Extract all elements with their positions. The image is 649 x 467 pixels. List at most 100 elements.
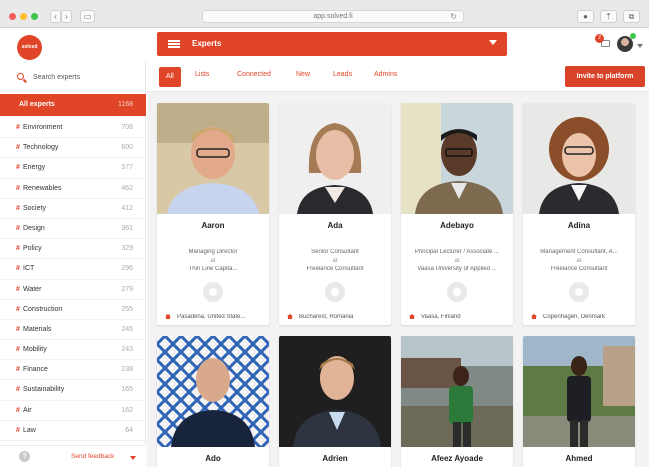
expert-organization: Freelance Consultant [306, 266, 364, 272]
reload-icon[interactable]: ↻ [450, 11, 457, 23]
sidebar-item-construction[interactable]: # Construction 255 [0, 300, 146, 320]
sidebar-item-label: Environment [23, 124, 63, 131]
sidebar-item-sustainability[interactable]: # Sustainability 165 [0, 380, 146, 401]
download-icon[interactable]: ● [577, 10, 594, 23]
expert-card-adrien[interactable]: Adrien [279, 336, 391, 467]
hashtag-icon: # [16, 285, 20, 293]
tab-new[interactable]: New [296, 71, 310, 78]
expert-photo [279, 103, 391, 214]
tab-admins[interactable]: Admins [374, 71, 397, 78]
sidebar-item-law[interactable]: # Law 64 [0, 421, 146, 441]
expert-at: at [210, 258, 216, 264]
location-text: Vaasa, Finland [421, 314, 461, 320]
minimize-window-button[interactable] [20, 13, 27, 20]
hashtag-icon: # [16, 406, 20, 414]
hashtag-icon: # [16, 265, 20, 273]
expert-card-ahmed[interactable]: Ahmed [523, 336, 635, 467]
chevron-down-icon [489, 40, 497, 45]
send-feedback-link[interactable]: Send feedback [71, 453, 114, 460]
sidebar-item-policy[interactable]: # Policy 329 [0, 239, 146, 260]
expert-location: Bucharest, Romania [287, 314, 387, 320]
chevron-down-icon[interactable] [130, 456, 136, 460]
home-icon [531, 314, 537, 319]
search-bar [0, 62, 146, 92]
sidebar-toggle-button[interactable]: ▭ [80, 10, 95, 23]
tab-connected[interactable]: Connected [237, 71, 271, 78]
user-menu-chevron-icon[interactable] [637, 44, 643, 48]
tab-all[interactable]: All [159, 67, 181, 87]
sidebar-item-count: 329 [121, 245, 133, 253]
connect-button[interactable] [325, 282, 345, 302]
sidebar-item-design[interactable]: # Design 361 [0, 219, 146, 240]
invite-to-platform-button[interactable]: Invite to platform [565, 66, 645, 87]
sidebar-item-count: 279 [121, 285, 133, 293]
expert-card-ado[interactable]: Ado [157, 336, 269, 467]
sidebar-item-water[interactable]: # Water 279 [0, 280, 146, 300]
category-list: # Environment 708 # Technology 600 # Energy 577 #… [0, 118, 146, 441]
expert-name: Ado [205, 454, 221, 463]
sidebar-item-society[interactable]: # Society 412 [0, 199, 146, 219]
connect-button[interactable] [447, 282, 467, 302]
url-text: app.solved.fi [313, 13, 353, 20]
sidebar-item-count: 462 [121, 184, 133, 192]
back-button[interactable]: ‹ [50, 10, 61, 23]
close-window-button[interactable] [9, 13, 16, 20]
search-input[interactable] [33, 70, 138, 84]
browser-chrome: ‹ › ▭ app.solved.fi ↻ ● ⇡ ⧉ [0, 0, 649, 28]
expert-photo [523, 103, 635, 214]
sidebar-item-energy[interactable]: # Energy 577 [0, 158, 146, 179]
section-selector[interactable]: Experts [157, 32, 507, 56]
home-icon [287, 314, 293, 319]
sidebar-item-label: Renewables [23, 184, 62, 192]
expert-role: Principal Lecturer / Associate ... [414, 249, 500, 255]
sidebar-item-count: 245 [121, 325, 133, 333]
forward-button[interactable]: › [61, 10, 72, 23]
sidebar-item-renewables[interactable]: # Renewables 462 [0, 179, 146, 199]
sidebar-item-count: 255 [121, 305, 133, 313]
maximize-window-button[interactable] [31, 13, 38, 20]
sidebar-item-air[interactable]: # Air 162 [0, 401, 146, 421]
sidebar-item-label: Finance [23, 366, 48, 374]
sidebar-item-label: Water [23, 285, 42, 293]
share-icon[interactable]: ⇡ [600, 10, 617, 23]
tab-lists[interactable]: Lists [195, 71, 209, 78]
expert-card-aaron[interactable]: Aaron Managing Director at Thin Line Cap… [157, 103, 269, 325]
search-icon [17, 73, 24, 80]
sidebar-item-technology[interactable]: # Technology 600 [0, 138, 146, 159]
sidebar-item-finance[interactable]: # Finance 238 [0, 360, 146, 381]
hashtag-icon: # [16, 366, 20, 374]
sidebar-item-materials[interactable]: # Materials 245 [0, 320, 146, 341]
sidebar-item-count: 600 [121, 144, 133, 152]
hashtag-icon: # [16, 164, 20, 172]
address-bar[interactable]: app.solved.fi ↻ [202, 10, 464, 23]
expert-card-adina[interactable]: Adina Management Consultant, A... at Fre… [523, 103, 635, 325]
hashtag-icon: # [16, 184, 20, 192]
expert-name: Ada [327, 221, 343, 230]
sidebar-item-count: 361 [121, 224, 133, 232]
home-icon [409, 314, 415, 319]
expert-location: Copenhagen, Denmark [531, 314, 631, 320]
section-title: Experts [192, 39, 222, 48]
tab-leads[interactable]: Leads [333, 71, 352, 78]
sidebar-item-environment[interactable]: # Environment 708 [0, 118, 146, 139]
app-logo[interactable]: solved [17, 35, 42, 60]
sidebar-item-count: 412 [121, 204, 133, 212]
tabs-icon[interactable]: ⧉ [623, 10, 640, 23]
notifications-button[interactable]: 2 [595, 34, 610, 48]
sidebar-item-count: 296 [121, 265, 133, 273]
expert-card-afeez-ayoade[interactable]: Afeez Ayoade [401, 336, 513, 467]
sidebar-item-mobility[interactable]: # Mobility 243 [0, 340, 146, 361]
expert-card-ada[interactable]: Ada Senior Consultant at Freelance Consu… [279, 103, 391, 325]
connect-button[interactable] [203, 282, 223, 302]
menu-icon[interactable] [168, 40, 180, 48]
expert-at: at [576, 258, 582, 264]
expert-name: Adina [567, 221, 591, 230]
hashtag-icon: # [16, 305, 20, 313]
sidebar-item-ict[interactable]: # ICT 296 [0, 259, 146, 280]
connect-button[interactable] [569, 282, 589, 302]
sidebar: All experts 1168 #Environment708#Technol… [0, 62, 146, 467]
help-icon[interactable]: ? [19, 451, 30, 462]
sidebar-item-all-experts[interactable]: All experts 1168 [0, 94, 146, 116]
expert-location: Pasadena, United State... [165, 314, 265, 320]
expert-card-adebayo[interactable]: Adebayo Principal Lecturer / Associate .… [401, 103, 513, 325]
